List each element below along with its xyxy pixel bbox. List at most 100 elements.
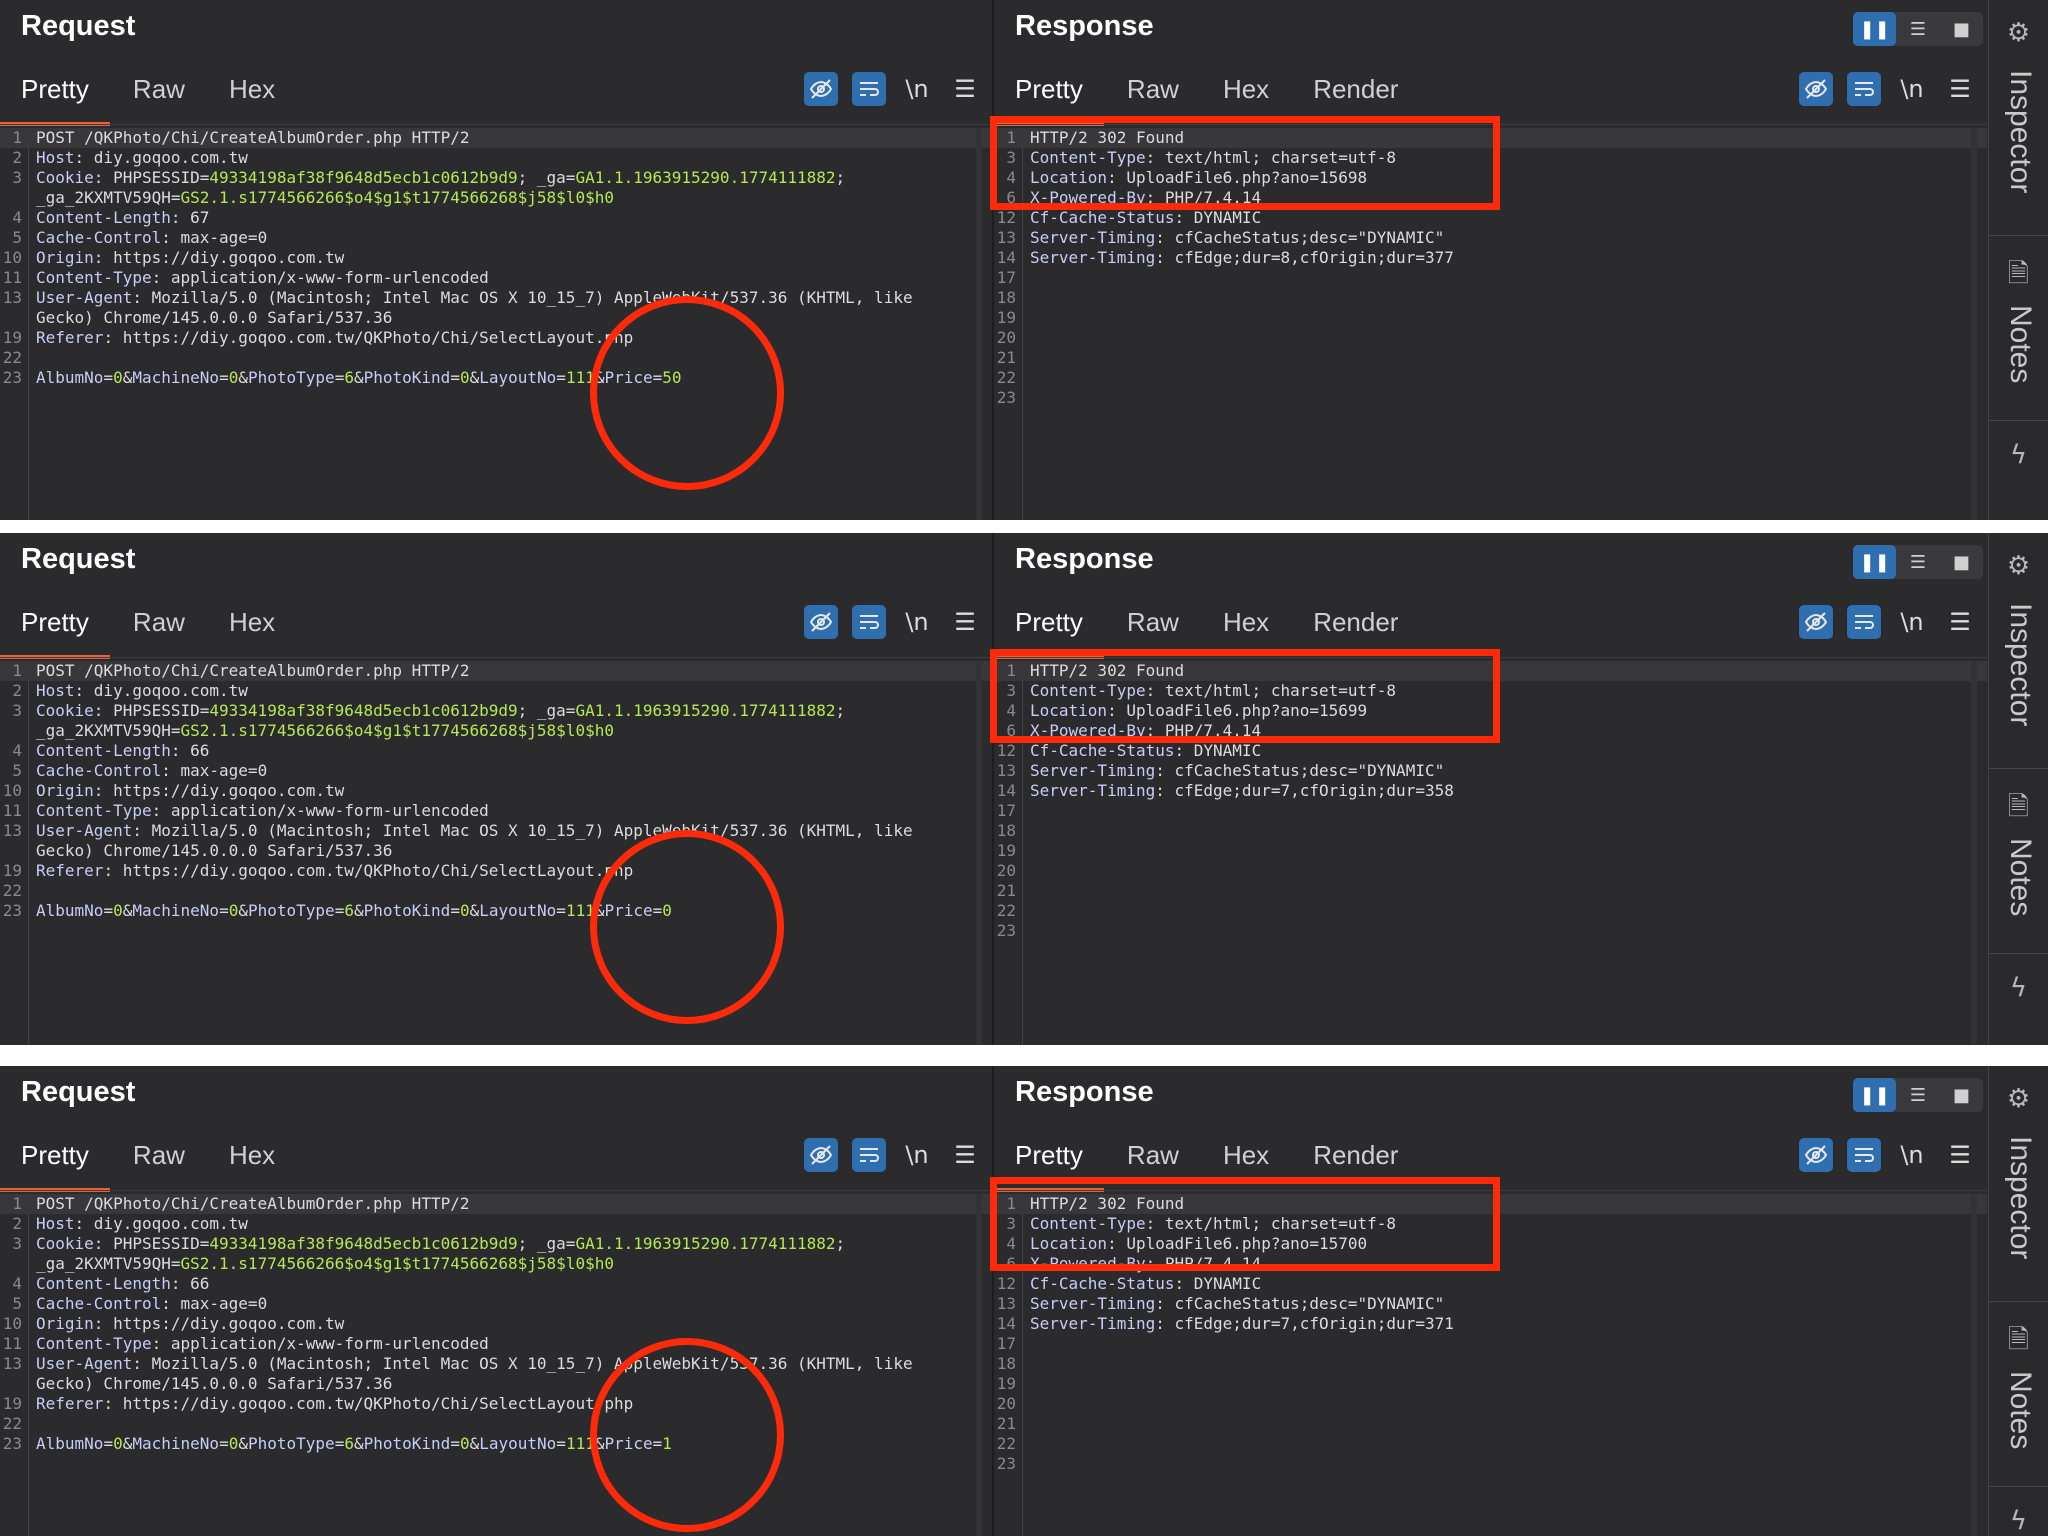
notes-icon[interactable]: 🗎 [1989, 788, 2048, 832]
notes-tab[interactable]: Notes [2003, 305, 2037, 383]
code-line: 14 Server-Timing: cfEdge;dur=7,cfOrigin;d… [994, 1314, 1987, 1334]
inspector-icon[interactable]: ⚙ [1989, 18, 2048, 48]
tab-raw[interactable]: Raw [1127, 607, 1179, 647]
single-layout-icon[interactable]: ■ [1940, 545, 1983, 579]
vertical-scrollbar[interactable] [976, 1194, 982, 1536]
request-pane: Request Pretty Raw Hex \n ☰ 1 POST /QKPho… [0, 1066, 992, 1536]
line-text: _ga_2KXMTV59QH=GS2.1.s1774566266$o4$g1$t… [36, 188, 614, 207]
code-line: 18 [994, 1354, 1987, 1374]
tab-pretty[interactable]: Pretty [0, 1140, 110, 1192]
hide-icon[interactable] [804, 1138, 838, 1172]
newline-button[interactable]: \n [900, 1138, 934, 1172]
request-editor[interactable]: 1 POST /QKPhoto/Chi/CreateAlbumOrder.php … [0, 661, 992, 1045]
request-editor[interactable]: 1 POST /QKPhoto/Chi/CreateAlbumOrder.php … [0, 128, 992, 520]
tab-hex[interactable]: Hex [1223, 74, 1269, 114]
inspector-tab[interactable]: Inspector [2003, 603, 2037, 726]
inspector-tab[interactable]: Inspector [2003, 70, 2037, 193]
stacked-layout-icon[interactable]: ☰ [1896, 545, 1939, 579]
line-number: 1 [12, 1194, 22, 1213]
tab-hex[interactable]: Hex [229, 74, 275, 114]
notes-icon[interactable]: 🗎 [1989, 255, 2048, 299]
menu-icon[interactable]: ☰ [1943, 1138, 1977, 1172]
split-layout-icon[interactable]: ❚❚ [1853, 545, 1897, 579]
tab-pretty[interactable]: Pretty [0, 607, 110, 659]
line-text: Server-Timing: cfEdge;dur=7,cfOrigin;dur… [1030, 781, 1454, 800]
bolt-icon[interactable]: ϟ [1989, 973, 2048, 1003]
tab-pretty[interactable]: Pretty [994, 1140, 1104, 1192]
line-number: 3 [12, 1234, 22, 1253]
response-pane: Response ❚❚ ☰ ■ Pretty Raw Hex Render \n… [994, 533, 1987, 1045]
notes-tab[interactable]: Notes [2003, 838, 2037, 916]
line-text: Referer: https://diy.goqoo.com.tw/QKPhot… [36, 328, 634, 347]
code-line: 23 [994, 388, 1987, 408]
code-line: 22 [0, 348, 992, 368]
wrap-lines-icon[interactable] [1847, 72, 1881, 106]
tab-pretty[interactable]: Pretty [994, 74, 1104, 126]
tab-pretty[interactable]: Pretty [994, 607, 1104, 659]
single-layout-icon[interactable]: ■ [1940, 12, 1983, 46]
tab-pretty[interactable]: Pretty [0, 74, 110, 126]
wrap-lines-icon[interactable] [852, 605, 886, 639]
tab-hex[interactable]: Hex [1223, 607, 1269, 647]
code-line: 22 [0, 1414, 992, 1434]
tab-render[interactable]: Render [1313, 607, 1398, 647]
response-toolbar: \n ☰ [1785, 72, 1977, 106]
code-line: 12 Cf-Cache-Status: DYNAMIC [994, 741, 1987, 761]
menu-icon[interactable]: ☰ [1943, 605, 1977, 639]
hide-icon[interactable] [1799, 605, 1833, 639]
tab-raw[interactable]: Raw [133, 607, 185, 647]
vertical-scrollbar[interactable] [976, 661, 982, 1045]
split-layout-icon[interactable]: ❚❚ [1853, 12, 1897, 46]
hide-icon[interactable] [1799, 1138, 1833, 1172]
hide-icon[interactable] [804, 605, 838, 639]
line-number: 21 [996, 1414, 1016, 1433]
hide-icon[interactable] [1799, 72, 1833, 106]
notes-icon[interactable]: 🗎 [1989, 1321, 2048, 1365]
wrap-lines-icon[interactable] [852, 1138, 886, 1172]
stacked-layout-icon[interactable]: ☰ [1896, 1078, 1939, 1112]
menu-icon[interactable]: ☰ [948, 605, 982, 639]
tab-hex[interactable]: Hex [1223, 1140, 1269, 1180]
line-text: User-Agent: Mozilla/5.0 (Macintosh; Inte… [36, 288, 913, 307]
vertical-scrollbar[interactable] [1971, 1194, 1977, 1536]
vertical-scrollbar[interactable] [976, 128, 982, 520]
menu-icon[interactable]: ☰ [948, 1138, 982, 1172]
split-layout-icon[interactable]: ❚❚ [1853, 1078, 1897, 1112]
tab-render[interactable]: Render [1313, 74, 1398, 114]
single-layout-icon[interactable]: ■ [1940, 1078, 1983, 1112]
wrap-lines-icon[interactable] [852, 72, 886, 106]
wrap-lines-icon[interactable] [1847, 605, 1881, 639]
menu-icon[interactable]: ☰ [1943, 72, 1977, 106]
inspector-icon[interactable]: ⚙ [1989, 551, 2048, 581]
tab-raw[interactable]: Raw [133, 1140, 185, 1180]
stacked-layout-icon[interactable]: ☰ [1896, 12, 1939, 46]
code-line: 10 Origin: https://diy.goqoo.com.tw [0, 248, 992, 268]
bolt-icon[interactable]: ϟ [1989, 1506, 2048, 1536]
line-text: Content-Length: 66 [36, 741, 210, 760]
notes-tab[interactable]: Notes [2003, 1371, 2037, 1449]
newline-button[interactable]: \n [1895, 72, 1929, 106]
tab-hex[interactable]: Hex [229, 1140, 275, 1180]
line-number: 14 [996, 248, 1016, 267]
tab-raw[interactable]: Raw [1127, 1140, 1179, 1180]
vertical-scrollbar[interactable] [1971, 128, 1977, 520]
request-editor[interactable]: 1 POST /QKPhoto/Chi/CreateAlbumOrder.php … [0, 1194, 992, 1536]
inspector-sidebar: ⚙ Inspector 🗎 Notes ϟ [1988, 1066, 2048, 1536]
newline-button[interactable]: \n [1895, 605, 1929, 639]
tab-raw[interactable]: Raw [1127, 74, 1179, 114]
tab-raw[interactable]: Raw [133, 74, 185, 114]
wrap-lines-icon[interactable] [1847, 1138, 1881, 1172]
newline-button[interactable]: \n [1895, 1138, 1929, 1172]
vertical-scrollbar[interactable] [1971, 661, 1977, 1045]
newline-button[interactable]: \n [900, 605, 934, 639]
inspector-tab[interactable]: Inspector [2003, 1136, 2037, 1259]
tab-hex[interactable]: Hex [229, 607, 275, 647]
code-line: 19 [994, 841, 1987, 861]
menu-icon[interactable]: ☰ [948, 72, 982, 106]
layout-toggle: ❚❚ ☰ ■ [1853, 545, 1983, 579]
newline-button[interactable]: \n [900, 72, 934, 106]
hide-icon[interactable] [804, 72, 838, 106]
tab-render[interactable]: Render [1313, 1140, 1398, 1180]
bolt-icon[interactable]: ϟ [1989, 440, 2048, 470]
inspector-icon[interactable]: ⚙ [1989, 1084, 2048, 1114]
